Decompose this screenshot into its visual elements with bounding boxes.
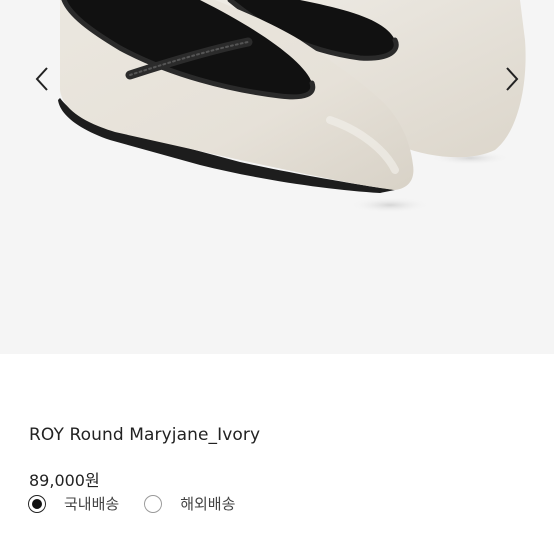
shipping-option-label: 해외배송: [180, 495, 236, 513]
shipping-option-international[interactable]: 해외배송: [144, 493, 235, 514]
product-photo: [58, 0, 526, 213]
product-price: 89,000원: [29, 471, 100, 490]
shipping-options: 국내배송 해외배송: [28, 493, 235, 514]
product-page: ROY Round Maryjane_Ivory 89,000원 국내배송 해외…: [0, 0, 554, 554]
product-info: ROY Round Maryjane_Ivory 89,000원 국내배송 해외…: [0, 354, 554, 554]
product-name: ROY Round Maryjane_Ivory: [29, 425, 261, 445]
shipping-option-label: 국내배송: [64, 495, 120, 513]
product-image-gallery: [0, 0, 554, 354]
shipping-option-domestic[interactable]: 국내배송: [28, 493, 119, 514]
gallery-prev-button[interactable]: [29, 62, 55, 96]
domestic-radio[interactable]: [28, 494, 46, 513]
chevron-left-icon: [35, 67, 48, 91]
gallery-next-button[interactable]: [499, 62, 525, 96]
chevron-right-icon: [506, 67, 519, 91]
international-radio[interactable]: [144, 494, 163, 513]
